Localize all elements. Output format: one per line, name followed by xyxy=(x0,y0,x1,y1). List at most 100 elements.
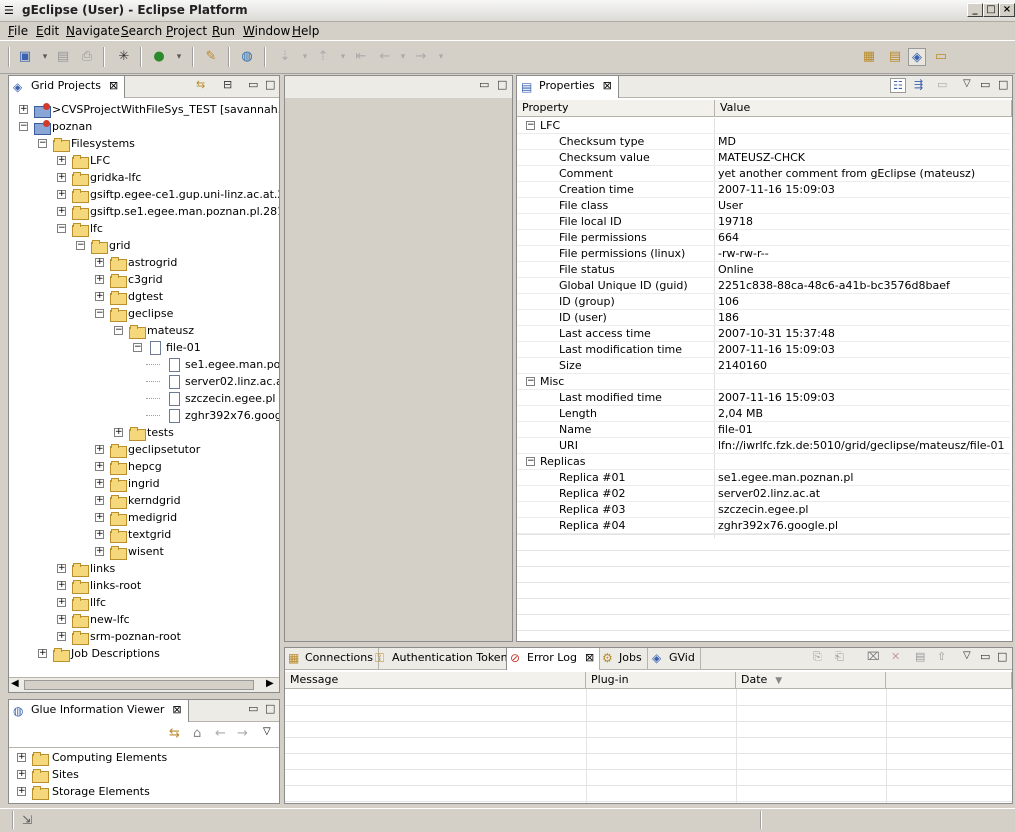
cvs-perspective-icon[interactable]: ▤ xyxy=(886,48,904,66)
tree-item[interactable]: + gridka-lfc xyxy=(9,169,279,186)
tree-item[interactable]: + LFC xyxy=(9,152,279,169)
property-row[interactable]: Replica #03 szczecin.egee.pl xyxy=(517,502,1010,518)
collapse-icon[interactable]: − xyxy=(526,457,535,466)
back-icon[interactable]: ← xyxy=(376,48,394,66)
tab-authentication-tokens[interactable]: ⚿ Authentication Tokens xyxy=(372,648,520,670)
back-icon[interactable]: ← xyxy=(215,726,226,741)
tree-item[interactable]: + new-lfc xyxy=(9,611,279,628)
collapse-icon[interactable]: − xyxy=(526,377,535,386)
tree-item[interactable]: + llfc xyxy=(9,594,279,611)
close-button[interactable]: × xyxy=(999,3,1015,17)
open-perspective-icon[interactable]: ▦ xyxy=(860,48,878,66)
tree-item[interactable]: szczecin.egee.pl xyxy=(9,390,279,407)
tree-item[interactable]: + c3grid xyxy=(9,271,279,288)
print-icon[interactable]: ⎙ xyxy=(78,48,96,66)
close-icon[interactable]: ⊠ xyxy=(585,651,594,664)
forward-icon[interactable]: → xyxy=(237,726,248,741)
menu-help[interactable]: Help xyxy=(292,24,319,38)
tree-item[interactable]: − Filesystems xyxy=(9,135,279,152)
tree-item[interactable]: − mateusz xyxy=(9,322,279,339)
tree-item[interactable]: + textgrid xyxy=(9,526,279,543)
expand-icon[interactable]: + xyxy=(17,770,26,779)
tree-item[interactable]: zghr392x76.googl xyxy=(9,407,279,424)
column-message[interactable]: Message xyxy=(285,672,586,689)
expand-icon[interactable]: + xyxy=(57,598,66,607)
fast-view-icon[interactable]: ⇲ xyxy=(22,813,32,827)
tab-glue-viewer[interactable]: ◍ Glue Information Viewer ⊠ xyxy=(9,700,189,722)
expand-icon[interactable]: + xyxy=(38,649,47,658)
export-log-icon[interactable]: ⎘ xyxy=(813,650,822,664)
collapse-icon[interactable]: − xyxy=(76,241,85,250)
globe-icon[interactable]: ◍ xyxy=(238,48,256,66)
grid-perspective-icon[interactable]: ◈ xyxy=(908,48,926,66)
property-category[interactable]: − Replicas xyxy=(517,454,1010,470)
minimize-view-icon[interactable]: ▭ xyxy=(248,78,258,91)
import-log-icon[interactable]: ⎗ xyxy=(835,650,844,664)
forward-icon[interactable]: → xyxy=(412,48,430,66)
view-menu-icon[interactable]: ▽ xyxy=(963,650,971,661)
view-menu-icon[interactable]: ▽ xyxy=(963,78,971,89)
maximize-view-icon[interactable]: □ xyxy=(997,650,1007,663)
collapse-icon[interactable]: − xyxy=(95,309,104,318)
tree-item[interactable]: + >CVSProjectWithFileSys_TEST [savannah.f… xyxy=(9,101,279,118)
link-with-editor-icon[interactable]: ⇆ xyxy=(196,78,205,91)
tree-item[interactable]: + gsiftp.se1.egee.man.poznan.pl.2811 xyxy=(9,203,279,220)
maximize-button[interactable]: □ xyxy=(983,3,999,17)
collapse-icon[interactable]: − xyxy=(57,224,66,233)
home-icon[interactable]: ⌂ xyxy=(193,726,201,741)
column-property[interactable]: Property xyxy=(517,100,715,117)
close-icon[interactable]: ⊠ xyxy=(603,79,612,92)
expand-icon[interactable]: + xyxy=(17,787,26,796)
tree-item[interactable]: + Job Descriptions xyxy=(9,645,279,662)
property-row[interactable]: URI lfn://iwrlfc.fzk.de:5010/grid/geclips… xyxy=(517,438,1010,454)
tree-item[interactable]: − grid xyxy=(9,237,279,254)
tree-item[interactable]: − geclipse xyxy=(9,305,279,322)
expand-icon[interactable]: + xyxy=(57,156,66,165)
menu-edit[interactable]: Edit xyxy=(36,24,59,38)
tree-item[interactable]: + geclipsetutor xyxy=(9,441,279,458)
show-advanced-icon[interactable]: ⇶ xyxy=(914,78,923,91)
dropdown-icon[interactable]: ▾ xyxy=(36,48,54,66)
minimize-view-icon[interactable]: ▭ xyxy=(479,78,489,91)
column-value[interactable]: Value xyxy=(715,100,1012,117)
property-category[interactable]: − Misc xyxy=(517,374,1010,390)
tree-item[interactable]: + medigrid xyxy=(9,509,279,526)
property-row[interactable]: Last access time 2007-10-31 15:37:48 xyxy=(517,326,1010,342)
tree-item[interactable]: + Storage Elements xyxy=(9,783,279,800)
view-menu-icon[interactable]: ▽ xyxy=(263,726,271,737)
property-row[interactable]: Replica #02 server02.linz.ac.at xyxy=(517,486,1010,502)
column-plugin[interactable]: Plug-in xyxy=(586,672,736,689)
tree-item[interactable]: − lfc xyxy=(9,220,279,237)
scroll-thumb[interactable] xyxy=(24,680,254,690)
property-row[interactable]: File permissions (linux) -rw-rw-r-- xyxy=(517,246,1010,262)
tab-error-log[interactable]: ⊘ Error Log ⊠ xyxy=(506,648,601,670)
property-row[interactable]: Name file-01 xyxy=(517,422,1010,438)
minimize-view-icon[interactable]: ▭ xyxy=(248,702,258,715)
collapse-icon[interactable]: − xyxy=(38,139,47,148)
collapse-icon[interactable]: − xyxy=(114,326,123,335)
property-row[interactable]: File status Online xyxy=(517,262,1010,278)
property-category[interactable]: − LFC xyxy=(517,118,1010,134)
dropdown-icon[interactable]: ▾ xyxy=(334,48,352,66)
property-row[interactable]: Creation time 2007-11-16 15:09:03 xyxy=(517,182,1010,198)
collapse-icon[interactable]: − xyxy=(526,121,535,130)
property-row[interactable]: File local ID 19718 xyxy=(517,214,1010,230)
save-icon[interactable]: ▤ xyxy=(54,48,72,66)
expand-icon[interactable]: + xyxy=(57,190,66,199)
property-row[interactable]: Last modification time 2007-11-16 15:09:0… xyxy=(517,342,1010,358)
new-icon[interactable]: ▣ xyxy=(16,48,34,66)
expand-icon[interactable]: + xyxy=(17,753,26,762)
show-categories-icon[interactable]: ☷ xyxy=(890,78,906,93)
clear-log-icon[interactable]: ⌧ xyxy=(867,650,880,663)
expand-icon[interactable]: + xyxy=(95,530,104,539)
scroll-right-icon[interactable]: ▶ xyxy=(266,678,274,689)
resource-perspective-icon[interactable]: ▭ xyxy=(932,48,950,66)
tree-item[interactable]: + gsiftp.egee-ce1.gup.uni-linz.ac.at.281 xyxy=(9,186,279,203)
tree-item[interactable]: + tests xyxy=(9,424,279,441)
property-row[interactable]: Size 2140160 xyxy=(517,358,1010,374)
pen-icon[interactable]: ✎ xyxy=(202,48,220,66)
property-row[interactable]: Replica #01 se1.egee.man.poznan.pl xyxy=(517,470,1010,486)
tree-item[interactable]: + dgtest xyxy=(9,288,279,305)
tab-connections[interactable]: ▦ Connections xyxy=(285,648,379,670)
prev-annotation-icon[interactable]: ⇡ xyxy=(314,48,332,66)
